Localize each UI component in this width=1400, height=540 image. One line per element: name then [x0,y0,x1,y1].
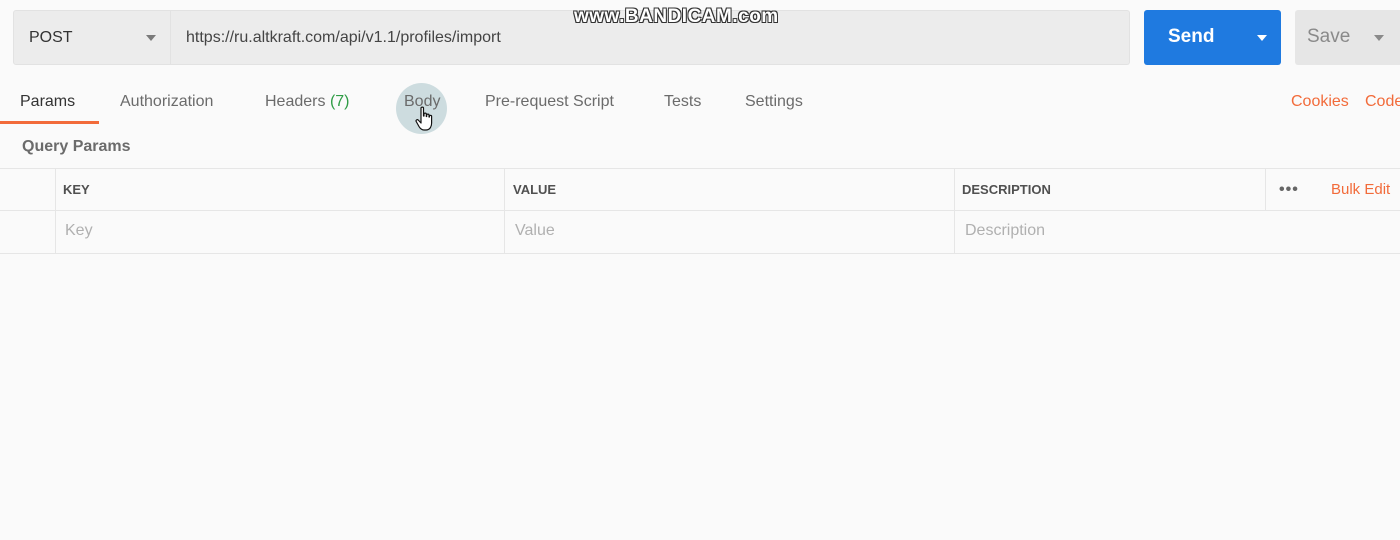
key-input[interactable]: Key [65,222,93,240]
tab-params[interactable]: Params [20,93,75,111]
tab-headers-label: Headers [265,93,326,110]
save-button[interactable]: Save [1295,10,1400,65]
code-link[interactable]: Code [1365,93,1400,111]
tab-pre-request-script[interactable]: Pre-request Script [485,93,614,111]
send-dropdown-chevron-icon[interactable] [1257,35,1267,41]
column-divider [504,168,505,254]
description-input[interactable]: Description [965,222,1045,240]
table-top-border [0,168,1400,169]
hand-cursor-icon [415,106,433,131]
method-select[interactable]: POST [13,10,171,65]
tab-authorization[interactable]: Authorization [120,93,213,111]
active-tab-indicator [0,121,99,124]
column-divider [1265,168,1266,210]
save-label: Save [1307,26,1351,47]
table-header-border [0,210,1400,211]
recording-watermark: www.BANDICAM.com [574,6,779,27]
column-header-key: KEY [63,182,90,197]
query-params-title: Query Params [22,138,131,155]
column-header-description: DESCRIPTION [962,182,1051,197]
more-options-icon[interactable]: ••• [1279,181,1299,199]
method-label: POST [29,28,73,46]
table-bottom-border [0,253,1400,254]
tab-tests[interactable]: Tests [664,93,701,111]
column-header-value: VALUE [513,182,557,197]
save-dropdown-chevron-icon[interactable] [1374,35,1384,41]
chevron-down-icon [146,35,156,41]
cookies-link[interactable]: Cookies [1291,93,1349,111]
url-text: https://ru.altkraft.com/api/v1.1/profile… [186,28,501,46]
column-divider [55,168,56,254]
headers-count-badge: (7) [329,93,350,110]
bulk-edit-link[interactable]: Bulk Edit [1331,181,1390,198]
column-divider [954,168,955,254]
value-input[interactable]: Value [515,222,555,240]
send-button[interactable]: Send [1144,10,1281,65]
tab-headers[interactable]: Headers (7) [265,93,350,111]
send-label: Send [1168,26,1215,47]
tab-settings[interactable]: Settings [745,93,803,111]
